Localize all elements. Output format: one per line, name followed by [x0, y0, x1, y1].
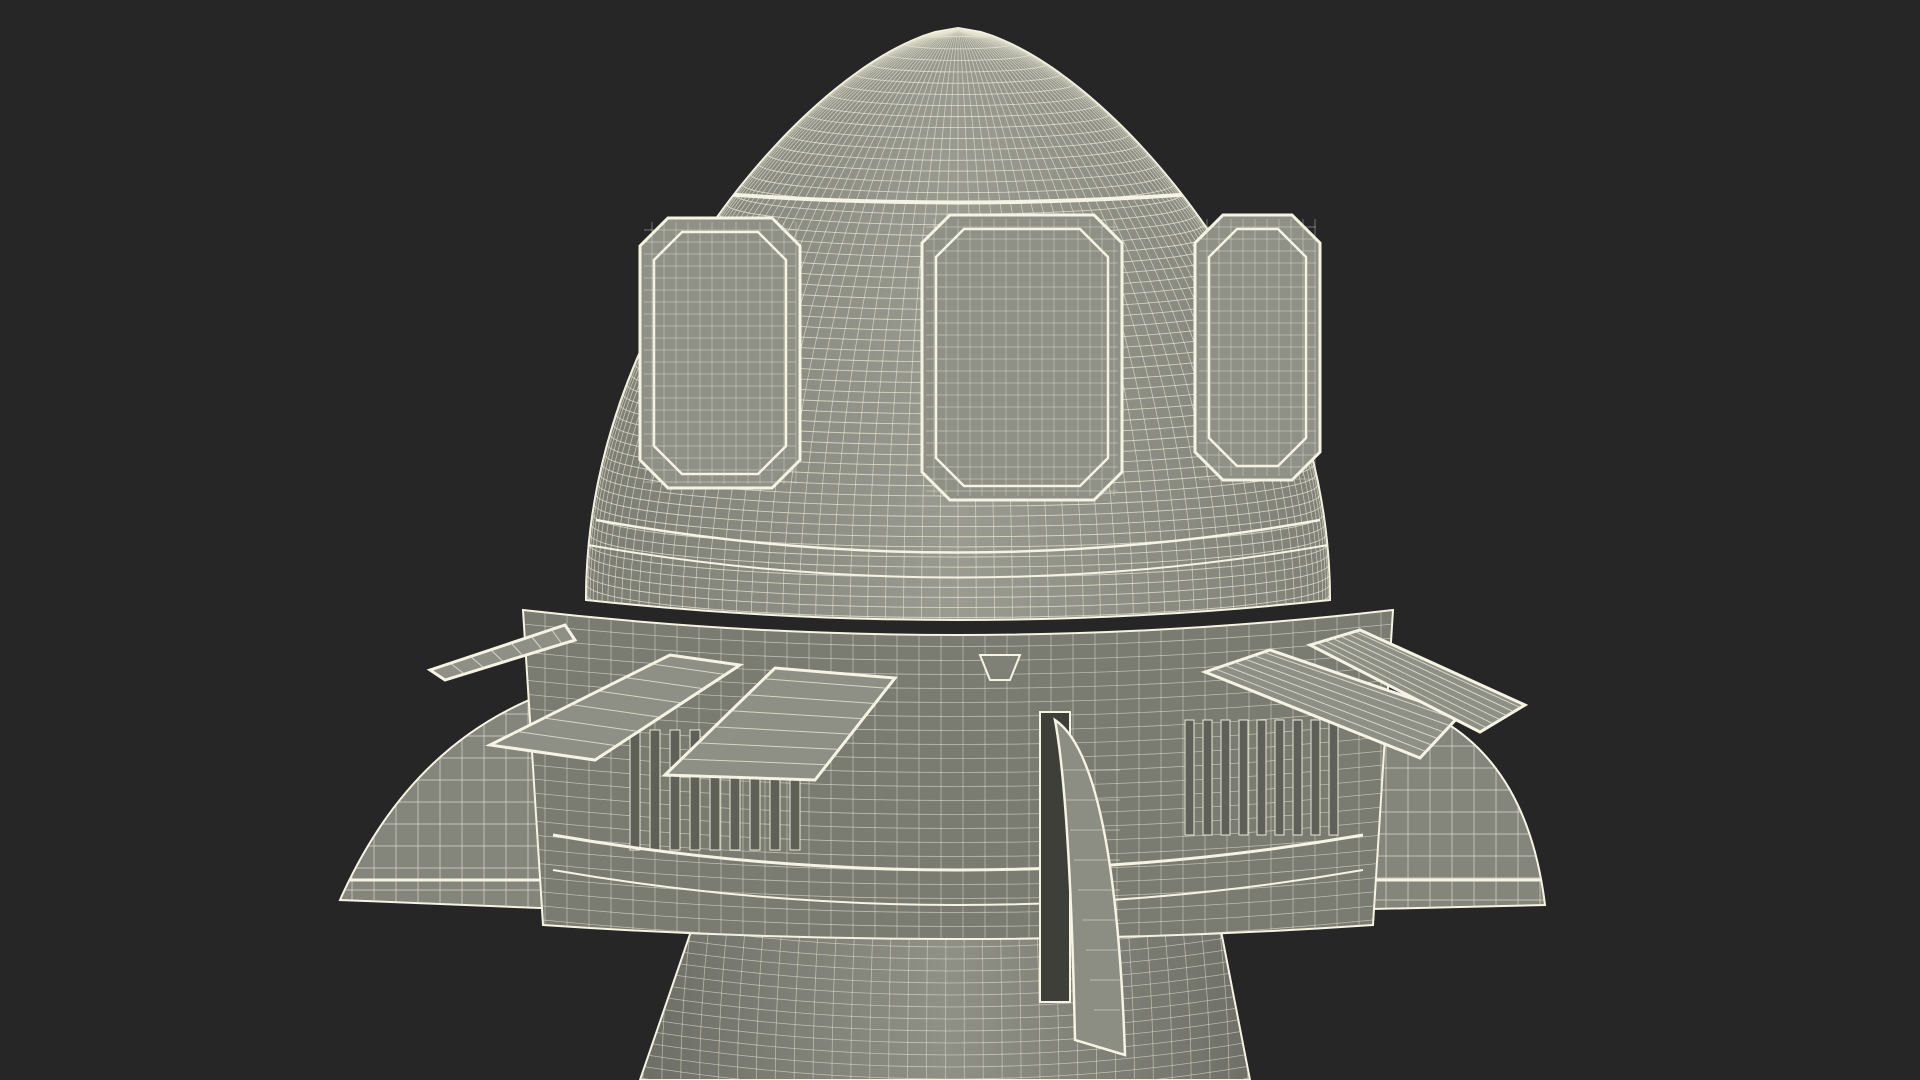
- render-viewport: [0, 0, 1920, 1080]
- window-center: [920, 213, 1124, 502]
- window-left: [638, 216, 802, 490]
- dome-windows: [638, 213, 1322, 502]
- window-right: [1193, 213, 1322, 482]
